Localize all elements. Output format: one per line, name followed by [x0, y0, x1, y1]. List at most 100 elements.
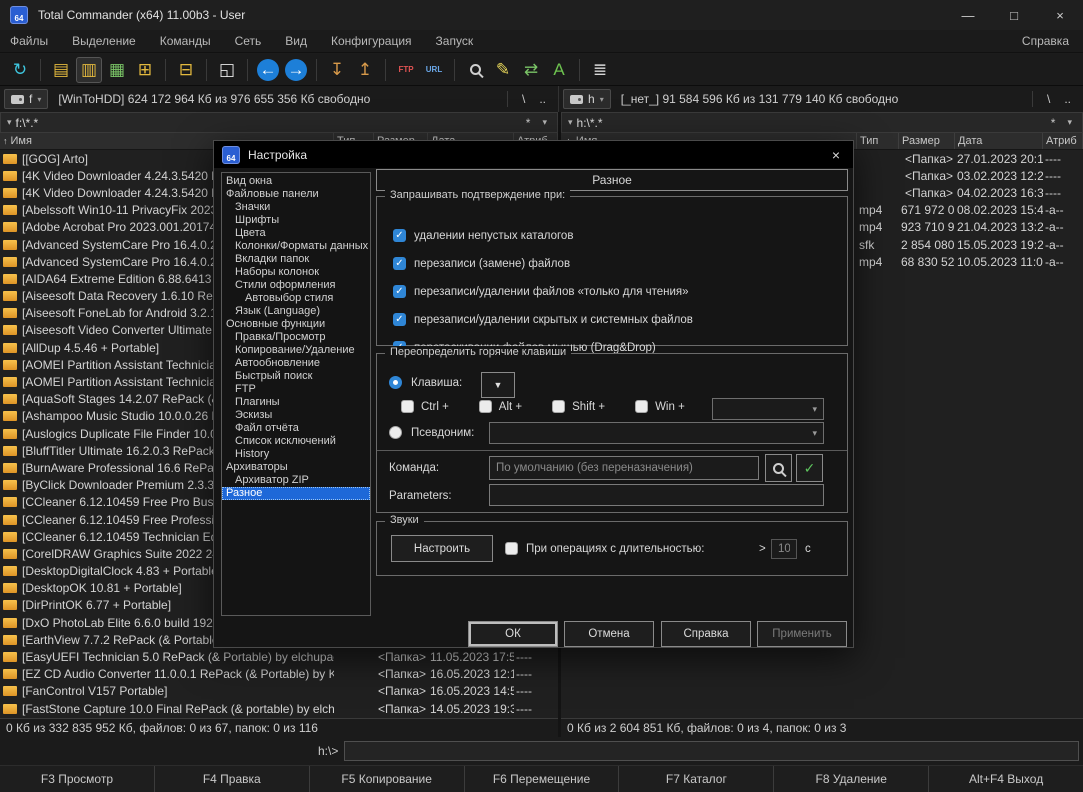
key-radio[interactable]	[389, 376, 402, 389]
ftp-connect-icon[interactable]: FTP	[393, 57, 419, 83]
confirm-checkbox[interactable]: ✓	[393, 229, 406, 242]
settings-tree-item[interactable]: Основные функции	[222, 318, 370, 331]
modifier-checkbox[interactable]	[635, 400, 648, 413]
settings-tree-item[interactable]: Архиваторы	[222, 461, 370, 474]
settings-tree-item[interactable]: Копирование/Удаление	[222, 344, 370, 357]
settings-tree-item[interactable]: Плагины	[222, 396, 370, 409]
column-header-Дата[interactable]: Дата	[955, 133, 1043, 149]
settings-tree-item[interactable]: Файл отчёта	[222, 422, 370, 435]
settings-tree-item[interactable]: Эскизы	[222, 409, 370, 422]
settings-tree-item[interactable]: Автовыбор стиля	[222, 292, 370, 305]
left-root-button[interactable]: \	[522, 92, 525, 106]
sync-dirs-icon[interactable]: ⇄	[518, 57, 544, 83]
apply-button[interactable]: Применить	[757, 621, 847, 647]
confirm-checkbox[interactable]: ✓	[393, 257, 406, 270]
confirm-checkbox[interactable]: ✓	[393, 285, 406, 298]
column-header-Тип[interactable]: Тип	[857, 133, 899, 149]
column-header-Атриб[interactable]: Атриб	[1043, 133, 1083, 149]
file-row[interactable]: [EasyUEFI Technician 5.0 RePack (& Porta…	[0, 648, 558, 665]
quick-view-icon[interactable]: ◱	[214, 57, 240, 83]
alias-combobox[interactable]: ▾	[489, 422, 824, 444]
modifier-checkbox[interactable]	[401, 400, 414, 413]
menu-Файлы[interactable]: Файлы	[10, 34, 48, 48]
menu-Выделение[interactable]: Выделение	[72, 34, 136, 48]
fn-button-F4[interactable]: F4 Правка	[154, 766, 309, 792]
settings-tree-item[interactable]: Файловые панели	[222, 188, 370, 201]
command-line-input[interactable]	[344, 741, 1079, 761]
close-button[interactable]: ×	[1037, 0, 1083, 30]
key-combobox[interactable]: ▾	[712, 398, 824, 420]
duration-input[interactable]	[771, 539, 797, 559]
folder-tree-icon[interactable]: ⊟	[173, 57, 199, 83]
column-header-Размер[interactable]: Размер	[899, 133, 955, 149]
fn-button-Alt+F4[interactable]: Alt+F4 Выход	[928, 766, 1083, 792]
refresh-icon[interactable]: ↻	[7, 57, 33, 83]
right-drive-combo[interactable]: h ▾	[563, 89, 611, 109]
command-apply-button[interactable]: ✓	[796, 454, 823, 482]
settings-tree-item[interactable]: Список исключений	[222, 435, 370, 448]
menu-Запуск[interactable]: Запуск	[436, 34, 474, 48]
command-input[interactable]	[489, 456, 759, 480]
search-icon[interactable]	[462, 57, 488, 83]
menu-Команды[interactable]: Команды	[160, 34, 211, 48]
parameters-input[interactable]	[489, 484, 824, 506]
settings-tree-item[interactable]: Шрифты	[222, 214, 370, 227]
ftp-url-icon[interactable]: URL	[421, 57, 447, 83]
pack-files-icon[interactable]: ↧	[324, 57, 350, 83]
cancel-button[interactable]: Отмена	[564, 621, 654, 647]
brief-view-icon[interactable]: ▤	[48, 57, 74, 83]
right-up-button[interactable]: ..	[1064, 92, 1071, 106]
unpack-files-icon[interactable]: ↥	[352, 57, 378, 83]
command-search-button[interactable]	[765, 454, 792, 482]
left-up-button[interactable]: ..	[539, 92, 546, 106]
settings-tree-item[interactable]: History	[222, 448, 370, 461]
file-row[interactable]: [EZ CD Audio Converter 11.0.0.1 RePack (…	[0, 666, 558, 683]
left-drive-combo[interactable]: f ▾	[4, 89, 48, 109]
settings-tree-item[interactable]: Стили оформления	[222, 279, 370, 292]
maximize-button[interactable]: □	[991, 0, 1037, 30]
menu-help[interactable]: Справка	[1022, 34, 1069, 48]
menu-Сеть[interactable]: Сеть	[235, 34, 262, 48]
tree-view-icon[interactable]: ⊞	[132, 57, 158, 83]
settings-tree-item[interactable]: Колонки/Форматы данных	[222, 240, 370, 253]
configure-sounds-button[interactable]: Настроить	[391, 535, 493, 562]
full-view-icon[interactable]: ▥	[76, 57, 102, 83]
fn-button-F5[interactable]: F5 Копирование	[309, 766, 464, 792]
ok-button[interactable]: ОК	[468, 621, 558, 647]
settings-tree-item[interactable]: Вкладки папок	[222, 253, 370, 266]
multi-rename-icon[interactable]: ✎	[490, 57, 516, 83]
key-dropdown-button[interactable]: ▼	[481, 372, 515, 398]
settings-tree-item[interactable]: Быстрый поиск	[222, 370, 370, 383]
right-root-button[interactable]: \	[1047, 92, 1050, 106]
modifier-checkbox[interactable]	[479, 400, 492, 413]
minimize-button[interactable]: —	[945, 0, 991, 30]
dialog-close-button[interactable]: ×	[819, 147, 853, 163]
favorites-star-icon[interactable]: *	[1051, 116, 1056, 130]
alias-radio[interactable]	[389, 426, 402, 439]
forward-icon[interactable]: →	[285, 59, 307, 81]
fn-button-F8[interactable]: F8 Удаление	[773, 766, 928, 792]
fn-button-F7[interactable]: F7 Каталог	[618, 766, 773, 792]
fn-button-F3[interactable]: F3 Просмотр	[0, 766, 154, 792]
settings-tree-item[interactable]: Язык (Language)	[222, 305, 370, 318]
file-row[interactable]: [FanControl V157 Portable]<Папка>16.05.2…	[0, 683, 558, 700]
history-chevron-icon[interactable]: ▾	[1067, 117, 1072, 128]
compare-contents-icon[interactable]: A	[546, 57, 572, 83]
notepad-icon[interactable]: ≣	[587, 57, 613, 83]
settings-tree-item[interactable]: Автообновление	[222, 357, 370, 370]
file-row[interactable]: [FastStone Capture 10.0 Final RePack (& …	[0, 700, 558, 717]
settings-tree-item[interactable]: Вид окна	[222, 175, 370, 188]
right-path-bar[interactable]: ▾ h:\*.* * ▾	[561, 112, 1083, 133]
settings-tree-item[interactable]: Правка/Просмотр	[222, 331, 370, 344]
settings-tree-item[interactable]: FTP	[222, 383, 370, 396]
history-chevron-icon[interactable]: ▾	[542, 117, 547, 128]
settings-tree-item[interactable]: Наборы колонок	[222, 266, 370, 279]
menu-Вид[interactable]: Вид	[285, 34, 307, 48]
left-path-bar[interactable]: ▾ f:\*.* * ▾	[0, 112, 558, 133]
settings-tree-item[interactable]: Архиватор ZIP	[222, 474, 370, 487]
settings-tree-item[interactable]: Цвета	[222, 227, 370, 240]
back-icon[interactable]: ←	[257, 59, 279, 81]
settings-tree-item[interactable]: Значки	[222, 201, 370, 214]
duration-checkbox[interactable]	[505, 542, 518, 555]
settings-tree-item[interactable]: Разное	[222, 487, 370, 500]
